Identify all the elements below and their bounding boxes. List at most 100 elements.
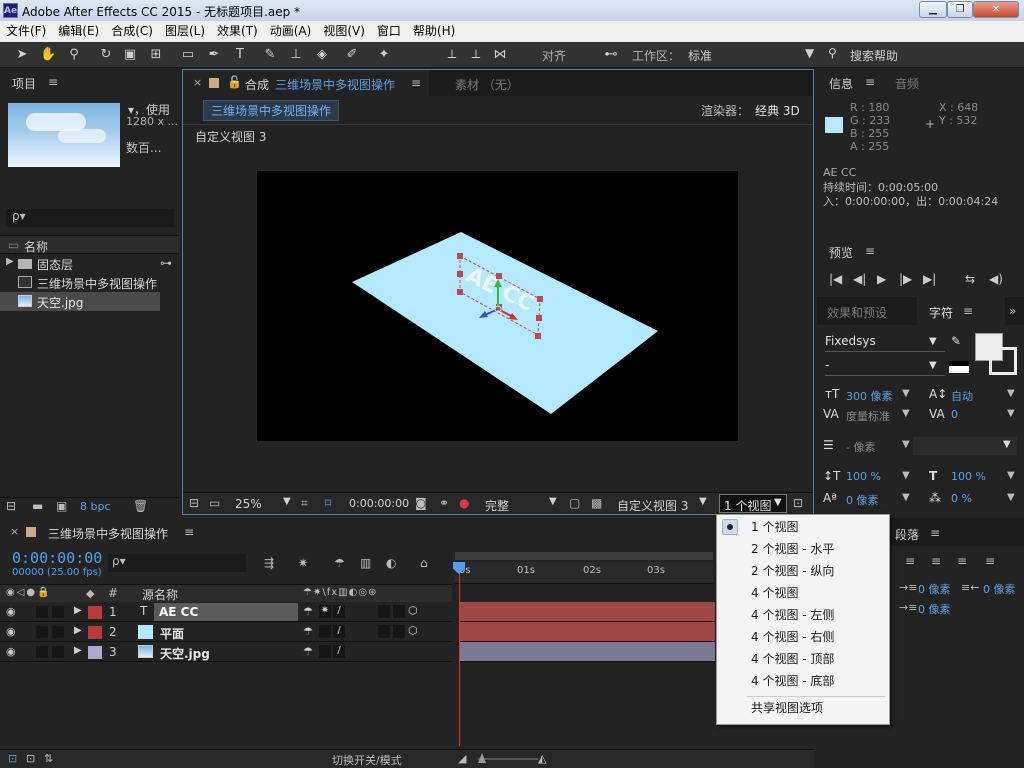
default-colors-icon[interactable] [949,361,969,373]
motion-blur-icon[interactable]: ◐ [386,556,396,570]
lock-toggle[interactable] [52,626,64,638]
next-frame-icon[interactable]: |▶ [899,272,912,286]
close-tab-icon[interactable]: × [193,76,202,89]
type-tool-icon[interactable]: T [232,47,248,63]
kerning-chevron-down-icon[interactable]: ▼ [902,408,910,419]
layer-switches-icon[interactable]: ⊡ [8,752,17,765]
local-axis-mode-icon[interactable]: ⟂ [444,47,460,63]
interpret-footage-icon[interactable]: ⊟ [6,499,16,513]
prev-frame-icon[interactable]: ◀| [853,272,866,286]
comp-viewport[interactable]: AE CC [257,171,738,441]
indent-left-value[interactable]: 0 像素 [918,581,951,597]
dropdown-item[interactable]: 2 个视图 - 水平 [717,538,889,560]
new-folder-icon[interactable]: ▬ [32,499,43,513]
minimize-button[interactable]: ▁ [919,1,947,18]
expand-arrow-icon[interactable]: ▶ [74,605,82,616]
expand-arrow-icon[interactable]: ▶ [6,256,14,267]
vscale-chevron-down-icon[interactable]: ▼ [902,470,910,481]
paragraph-tab[interactable]: 段落 [895,526,919,543]
solo-toggle[interactable] [36,626,48,638]
toggle-3d-view-icon[interactable]: ⊡ [793,496,803,510]
info-tab[interactable]: 信息 [829,75,853,92]
camera-tool-icon[interactable]: ▣ [122,47,138,63]
quality-switch-icon[interactable]: / [333,605,345,618]
dropdown-item[interactable]: 4 个视图 - 右侧 [717,626,889,648]
first-frame-icon[interactable]: |◀ [829,272,842,286]
layer-row[interactable]: ◉ ▶ 1 T AE CC ☂ ✷ / ⬡ [0,602,452,622]
shy-switch-icon[interactable]: ☂ [303,605,313,618]
renderer-value[interactable]: 经典 3D [755,102,800,119]
quality-switch-icon[interactable]: / [333,645,345,658]
lock-toggle[interactable] [52,646,64,658]
shy-switch-icon[interactable]: ☂ [303,645,313,658]
layer-name[interactable]: AE CC [154,603,298,621]
tracking-chevron-down-icon[interactable]: ▼ [1007,408,1015,419]
layer-row[interactable]: ◉ ▶ 3 天空.jpg ☂ / [0,642,452,662]
zoom-tool-icon[interactable]: ⚲ [66,47,82,63]
pen-tool-icon[interactable]: ✒ [206,47,222,63]
flowchart-icon[interactable]: ⊶ [160,256,172,270]
character-tab[interactable]: 字符 ≡ [917,297,1005,325]
restore-button[interactable]: ❐ [947,1,973,18]
solo-toggle[interactable] [36,646,48,658]
snap-options-icon[interactable]: ⊷ [600,47,622,63]
dropdown-item-share-view-options[interactable]: 共享视图选项 [717,697,889,719]
eraser-tool-icon[interactable]: ◈ [314,47,330,63]
project-item-image[interactable]: 天空.jpg [0,292,160,311]
resolution-chevron-down-icon[interactable]: ▼ [549,496,557,507]
graph-editor-icon[interactable]: ⌂ [420,556,428,570]
play-icon[interactable]: ▶ [877,272,886,286]
menu-effect[interactable]: 效果(T) [211,21,264,42]
transparency-grid-icon[interactable]: ▩ [591,496,602,510]
dropdown-item[interactable]: 1 个视图 [717,516,889,538]
font-chevron-down-icon[interactable]: ▼ [929,336,937,347]
dropdown-item[interactable]: 4 个视图 - 左侧 [717,604,889,626]
region-of-interest-icon[interactable]: ▢ [569,496,580,510]
plane-layer[interactable] [352,232,658,414]
new-composition-icon[interactable]: ▣ [56,499,67,513]
font-style-select[interactable]: - [825,358,945,376]
menu-layer[interactable]: 图层(L) [159,21,211,42]
vertical-scale-value[interactable]: 100 % [846,470,881,483]
stroke-type-select[interactable] [913,437,1017,455]
motion-blur-switch[interactable] [393,625,405,638]
view-axis-mode-icon[interactable]: ⋈ [492,47,508,63]
tracking-value[interactable]: 0 [951,408,958,421]
close-tab-icon[interactable]: × [10,525,19,538]
view-chevron-down-icon[interactable]: ▼ [699,496,707,507]
zoom-in-icon[interactable]: ◭ [538,752,546,765]
toggle-switches-modes[interactable]: 切换开关/模式 [332,752,402,768]
stroke-color-swatch[interactable] [989,347,1017,375]
align-left-icon[interactable]: ≡ [905,554,915,568]
mask-visibility-icon[interactable]: ⌑ [325,496,331,510]
rectangle-tool-icon[interactable]: ▭ [180,47,196,63]
panel-menu-icon[interactable]: ≡ [930,526,940,540]
draft-3d-icon[interactable]: ✷ [298,556,308,570]
indent-right-value[interactable]: 0 像素 [983,581,1016,597]
timeline-current-time[interactable]: 0:00:00:00 [12,549,102,567]
shy-switch-icon[interactable]: ☂ [303,625,313,638]
in-out-panes-icon[interactable]: ⇅ [44,752,53,765]
transfer-controls-icon[interactable]: ⊡ [26,752,35,765]
channels-icon[interactable]: ● [459,496,469,510]
panel-menu-icon[interactable]: ≡ [865,75,875,89]
hand-tool-icon[interactable]: ✋ [40,47,56,63]
footage-tab[interactable]: 素材 （无） [455,76,519,93]
lock-toggle[interactable] [52,606,64,618]
workspace-select[interactable]: 标准 [688,47,808,64]
collapse-switch[interactable] [319,625,331,638]
project-item-comp[interactable]: 三维场景中多视图操作 [0,273,179,292]
rotation-tool-icon[interactable]: ↻ [98,47,114,63]
pan-behind-tool-icon[interactable]: ⊞ [148,47,164,63]
audio-tab[interactable]: 音频 [895,75,919,92]
stroke-width-value[interactable]: - 像素 [846,439,875,455]
horizontal-scale-value[interactable]: 100 % [951,470,986,483]
comp-tab[interactable]: × 🔓 合成 三维场景中多视图操作 ≡ [183,70,429,96]
snapshot-icon[interactable]: ◙ [415,496,427,510]
quality-switch-icon[interactable]: / [333,625,345,638]
layer-name[interactable]: 天空.jpg [160,645,210,662]
layer-label-color[interactable] [88,626,102,639]
menu-window[interactable]: 窗口 [371,21,407,42]
clone-stamp-tool-icon[interactable]: ⊥ [288,47,304,63]
panel-menu-icon[interactable]: ≡ [411,76,421,90]
